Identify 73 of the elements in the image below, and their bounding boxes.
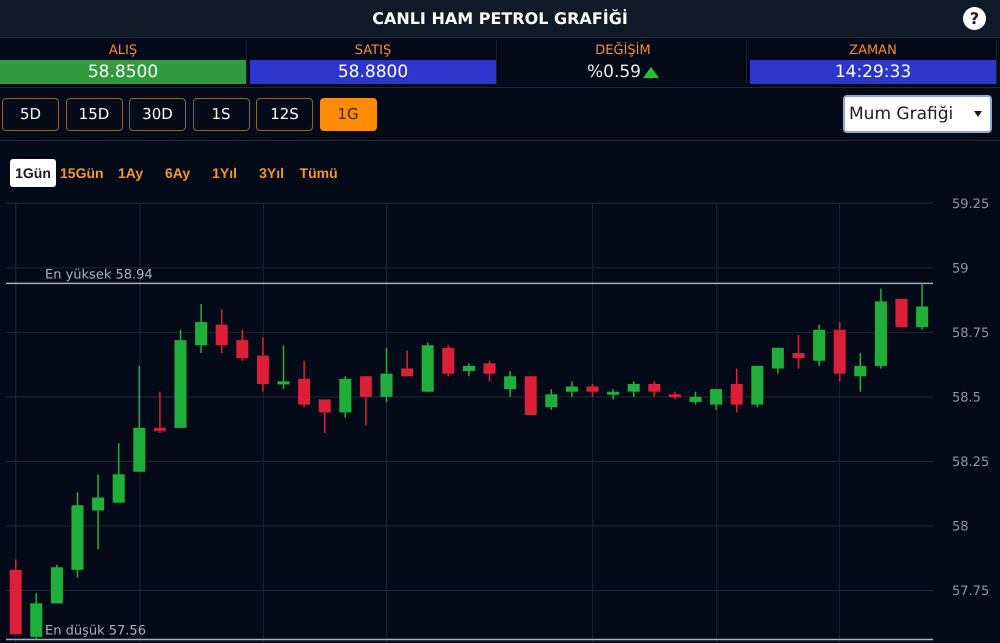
interval-button[interactable]: 30D <box>129 98 186 130</box>
y-axis-label: 57.75 <box>952 584 990 599</box>
candlestick <box>628 381 640 397</box>
candlestick <box>545 389 558 410</box>
y-axis-label: 58.75 <box>952 326 990 341</box>
candlestick <box>813 324 826 366</box>
quote-value: 58.8800 <box>250 60 496 84</box>
candlestick <box>30 593 42 640</box>
y-axis-label: 59.25 <box>952 196 990 212</box>
candlestick <box>710 389 722 410</box>
candlestick <box>216 309 228 353</box>
range-tab[interactable]: 6Ay <box>154 159 201 187</box>
candlestick <box>318 399 331 434</box>
candlestick <box>896 298 908 328</box>
range-tab[interactable]: Tümü <box>296 159 342 187</box>
candlestick <box>442 345 454 376</box>
y-axis-label: 58 <box>952 519 969 534</box>
candlestick <box>854 353 866 392</box>
candlestick <box>360 376 372 426</box>
quote-value: %0.59 <box>586 62 641 82</box>
candlestick <box>834 322 846 382</box>
candlestick <box>462 363 475 376</box>
range-tab[interactable]: 15Gün <box>57 159 107 187</box>
candlestick <box>339 376 352 418</box>
y-axis-label: 58.25 <box>952 454 990 470</box>
candlestick <box>380 348 392 402</box>
candlestick <box>50 564 63 604</box>
candlestick <box>154 392 166 434</box>
candlestick <box>772 348 784 374</box>
candlestick <box>586 384 598 397</box>
candlestick <box>504 371 516 397</box>
interval-button[interactable]: 1S <box>192 98 250 130</box>
candlestick <box>916 283 928 330</box>
candlestick <box>112 443 125 503</box>
range-tab[interactable]: 1Yıl <box>202 159 248 187</box>
candlestick <box>730 368 743 412</box>
candlestick <box>256 338 269 392</box>
quote-value: 14:29:33 <box>750 60 996 84</box>
chart-type-select[interactable]: Mum Grafiği <box>843 95 992 133</box>
price-level-label: En yüksek 58.94 <box>45 267 153 282</box>
candlestick <box>484 360 496 382</box>
candlestick <box>278 345 290 390</box>
candlestick <box>607 389 620 400</box>
y-axis-label: 58.5 <box>952 390 981 406</box>
range-tab[interactable]: 3Yıl <box>248 159 295 187</box>
candlestick <box>236 330 248 361</box>
quote-label: DEĞİŞİM <box>594 40 652 60</box>
candlestick <box>751 366 764 408</box>
price-level-label: En düşük 57.56 <box>45 624 146 638</box>
candlestick <box>195 304 208 353</box>
page-title: CANLI HAM PETROL GRAFİĞİ <box>372 9 628 28</box>
candlestick <box>298 360 310 408</box>
candlestick <box>566 381 578 397</box>
interval-button[interactable]: 15D <box>66 98 122 130</box>
candlestick <box>668 392 681 400</box>
candlestick <box>648 381 660 397</box>
candlestick <box>524 376 537 415</box>
range-tab[interactable]: 1Gün <box>10 159 56 187</box>
interval-button[interactable]: 5D <box>2 98 59 130</box>
interval-button[interactable]: 12S <box>256 98 313 130</box>
help-button[interactable]: ? <box>963 7 986 30</box>
interval-button[interactable]: 1G <box>320 98 376 130</box>
quote-label: SATIŞ <box>354 42 392 60</box>
candlestick <box>690 392 702 405</box>
quote-label: ALIŞ <box>108 42 138 60</box>
candlestick <box>422 342 434 392</box>
candlestick <box>401 350 414 376</box>
range-tab[interactable]: 1Ay <box>108 159 154 187</box>
caret-icon <box>974 111 982 117</box>
y-axis-label: 59 <box>952 261 969 276</box>
quote-value: 58.8500 <box>0 60 246 84</box>
candlestick <box>792 334 804 368</box>
quote-label: ZAMAN <box>848 42 898 60</box>
